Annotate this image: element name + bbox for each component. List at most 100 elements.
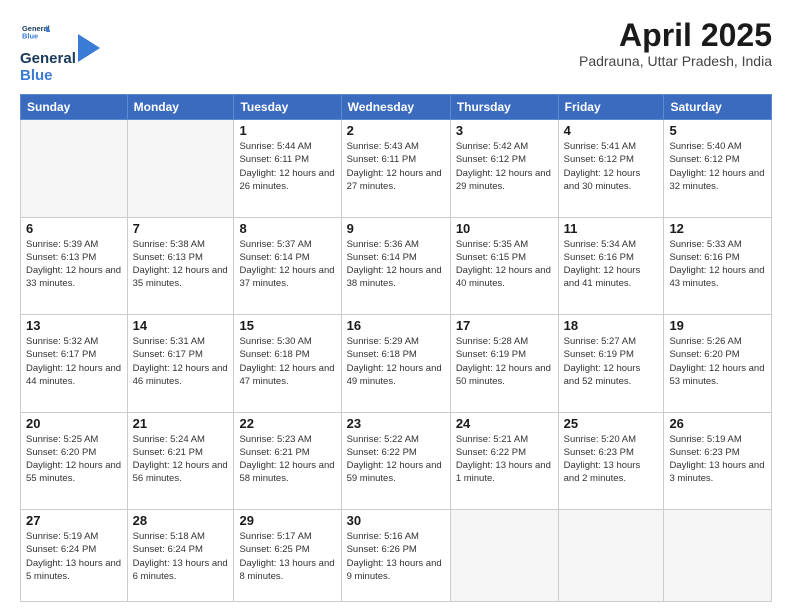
svg-text:Blue: Blue <box>22 32 38 41</box>
calendar-cell: 5Sunrise: 5:40 AM Sunset: 6:12 PM Daylig… <box>664 120 772 218</box>
calendar-cell: 6 Sunrise: 5:39 AM Sunset: 6:13 PM Daylig… <box>21 217 128 315</box>
day-number: 5 <box>669 123 766 138</box>
day-number: 6 <box>26 221 122 236</box>
calendar-cell: 4Sunrise: 5:41 AM Sunset: 6:12 PM Daylig… <box>558 120 664 218</box>
day-info: Sunrise: 5:33 AM Sunset: 6:16 PM Dayligh… <box>669 238 766 291</box>
day-number: 29 <box>239 513 335 528</box>
day-number: 22 <box>239 416 335 431</box>
day-info: Sunrise: 5:30 AM Sunset: 6:18 PM Dayligh… <box>239 335 335 388</box>
calendar-cell: 17 Sunrise: 5:28 AM Sunset: 6:19 PM Dayli… <box>450 315 558 413</box>
day-info: Sunrise: 5:39 AM Sunset: 6:13 PM Dayligh… <box>26 238 122 291</box>
day-info: Sunrise: 5:19 AM Sunset: 6:23 PM Dayligh… <box>669 433 766 486</box>
day-info: Sunrise: 5:19 AM Sunset: 6:24 PM Dayligh… <box>26 530 122 583</box>
day-info: Sunrise: 5:24 AM Sunset: 6:21 PM Dayligh… <box>133 433 229 486</box>
calendar-cell: 25 Sunrise: 5:20 AM Sunset: 6:23 PM Dayli… <box>558 412 664 510</box>
calendar-cell: 16 Sunrise: 5:29 AM Sunset: 6:18 PM Dayli… <box>341 315 450 413</box>
day-info: Sunrise: 5:34 AM Sunset: 6:16 PM Dayligh… <box>564 238 659 291</box>
calendar-cell <box>450 510 558 602</box>
calendar-cell: 11 Sunrise: 5:34 AM Sunset: 6:16 PM Dayli… <box>558 217 664 315</box>
calendar-cell: 18 Sunrise: 5:27 AM Sunset: 6:19 PM Dayli… <box>558 315 664 413</box>
day-info: Sunrise: 5:36 AM Sunset: 6:14 PM Dayligh… <box>347 238 445 291</box>
calendar-cell: 12 Sunrise: 5:33 AM Sunset: 6:16 PM Dayli… <box>664 217 772 315</box>
day-number: 9 <box>347 221 445 236</box>
col-friday: Friday <box>558 95 664 120</box>
day-number: 18 <box>564 318 659 333</box>
day-info: Sunrise: 5:42 AM Sunset: 6:12 PM Dayligh… <box>456 140 553 193</box>
calendar-header-row: Sunday Monday Tuesday Wednesday Thursday… <box>21 95 772 120</box>
day-number: 1 <box>239 123 335 138</box>
day-info: Sunrise: 5:23 AM Sunset: 6:21 PM Dayligh… <box>239 433 335 486</box>
day-number: 19 <box>669 318 766 333</box>
day-info: Sunrise: 5:17 AM Sunset: 6:25 PM Dayligh… <box>239 530 335 583</box>
day-info: Sunrise: 5:25 AM Sunset: 6:20 PM Dayligh… <box>26 433 122 486</box>
calendar-cell: 20 Sunrise: 5:25 AM Sunset: 6:20 PM Dayli… <box>21 412 128 510</box>
calendar-cell: 29 Sunrise: 5:17 AM Sunset: 6:25 PM Dayli… <box>234 510 341 602</box>
day-number: 17 <box>456 318 553 333</box>
day-info: Sunrise: 5:26 AM Sunset: 6:20 PM Dayligh… <box>669 335 766 388</box>
calendar-cell: 28 Sunrise: 5:18 AM Sunset: 6:24 PM Dayli… <box>127 510 234 602</box>
day-number: 16 <box>347 318 445 333</box>
calendar-cell: 13 Sunrise: 5:32 AM Sunset: 6:17 PM Dayli… <box>21 315 128 413</box>
calendar-cell: 27 Sunrise: 5:19 AM Sunset: 6:24 PM Dayli… <box>21 510 128 602</box>
day-number: 25 <box>564 416 659 431</box>
col-thursday: Thursday <box>450 95 558 120</box>
day-info: Sunrise: 5:32 AM Sunset: 6:17 PM Dayligh… <box>26 335 122 388</box>
calendar-cell: 1 Sunrise: 5:44 AM Sunset: 6:11 PM Daylig… <box>234 120 341 218</box>
page-header: General Blue General Blue April 2025 Pad… <box>20 18 772 84</box>
calendar-cell <box>664 510 772 602</box>
calendar-cell: 10 Sunrise: 5:35 AM Sunset: 6:15 PM Dayli… <box>450 217 558 315</box>
calendar-table: Sunday Monday Tuesday Wednesday Thursday… <box>20 94 772 602</box>
calendar-cell: 21 Sunrise: 5:24 AM Sunset: 6:21 PM Dayli… <box>127 412 234 510</box>
day-number: 10 <box>456 221 553 236</box>
calendar-cell: 8Sunrise: 5:37 AM Sunset: 6:14 PM Daylig… <box>234 217 341 315</box>
day-info: Sunrise: 5:22 AM Sunset: 6:22 PM Dayligh… <box>347 433 445 486</box>
calendar-cell <box>21 120 128 218</box>
day-number: 4 <box>564 123 659 138</box>
month-year-title: April 2025 <box>579 18 772 53</box>
day-info: Sunrise: 5:18 AM Sunset: 6:24 PM Dayligh… <box>133 530 229 583</box>
day-number: 13 <box>26 318 122 333</box>
day-number: 26 <box>669 416 766 431</box>
day-number: 14 <box>133 318 229 333</box>
col-tuesday: Tuesday <box>234 95 341 120</box>
day-number: 28 <box>133 513 229 528</box>
calendar-cell: 15Sunrise: 5:30 AM Sunset: 6:18 PM Dayli… <box>234 315 341 413</box>
day-info: Sunrise: 5:16 AM Sunset: 6:26 PM Dayligh… <box>347 530 445 583</box>
day-number: 24 <box>456 416 553 431</box>
day-info: Sunrise: 5:43 AM Sunset: 6:11 PM Dayligh… <box>347 140 445 193</box>
col-monday: Monday <box>127 95 234 120</box>
day-number: 20 <box>26 416 122 431</box>
day-info: Sunrise: 5:28 AM Sunset: 6:19 PM Dayligh… <box>456 335 553 388</box>
day-number: 11 <box>564 221 659 236</box>
day-number: 21 <box>133 416 229 431</box>
day-info: Sunrise: 5:44 AM Sunset: 6:11 PM Dayligh… <box>239 140 335 193</box>
day-number: 27 <box>26 513 122 528</box>
day-number: 23 <box>347 416 445 431</box>
title-area: April 2025 Padrauna, Uttar Pradesh, Indi… <box>579 18 772 69</box>
calendar-cell: 7 Sunrise: 5:38 AM Sunset: 6:13 PM Daylig… <box>127 217 234 315</box>
day-number: 7 <box>133 221 229 236</box>
day-info: Sunrise: 5:35 AM Sunset: 6:15 PM Dayligh… <box>456 238 553 291</box>
day-info: Sunrise: 5:29 AM Sunset: 6:18 PM Dayligh… <box>347 335 445 388</box>
day-number: 30 <box>347 513 445 528</box>
location-subtitle: Padrauna, Uttar Pradesh, India <box>579 53 772 69</box>
calendar-cell: 19 Sunrise: 5:26 AM Sunset: 6:20 PM Dayli… <box>664 315 772 413</box>
calendar-cell: 30 Sunrise: 5:16 AM Sunset: 6:26 PM Dayli… <box>341 510 450 602</box>
col-wednesday: Wednesday <box>341 95 450 120</box>
calendar-cell: 9 Sunrise: 5:36 AM Sunset: 6:14 PM Daylig… <box>341 217 450 315</box>
day-number: 12 <box>669 221 766 236</box>
calendar-cell: 2 Sunrise: 5:43 AM Sunset: 6:11 PM Daylig… <box>341 120 450 218</box>
logo: General Blue General Blue <box>20 18 100 84</box>
day-info: Sunrise: 5:31 AM Sunset: 6:17 PM Dayligh… <box>133 335 229 388</box>
day-number: 8 <box>239 221 335 236</box>
calendar-cell: 22 Sunrise: 5:23 AM Sunset: 6:21 PM Dayli… <box>234 412 341 510</box>
calendar-cell <box>558 510 664 602</box>
calendar-cell: 26 Sunrise: 5:19 AM Sunset: 6:23 PM Dayli… <box>664 412 772 510</box>
calendar-cell <box>127 120 234 218</box>
calendar-cell: 14 Sunrise: 5:31 AM Sunset: 6:17 PM Dayli… <box>127 315 234 413</box>
day-info: Sunrise: 5:38 AM Sunset: 6:13 PM Dayligh… <box>133 238 229 291</box>
day-number: 2 <box>347 123 445 138</box>
day-info: Sunrise: 5:27 AM Sunset: 6:19 PM Dayligh… <box>564 335 659 388</box>
day-info: Sunrise: 5:20 AM Sunset: 6:23 PM Dayligh… <box>564 433 659 486</box>
day-number: 3 <box>456 123 553 138</box>
